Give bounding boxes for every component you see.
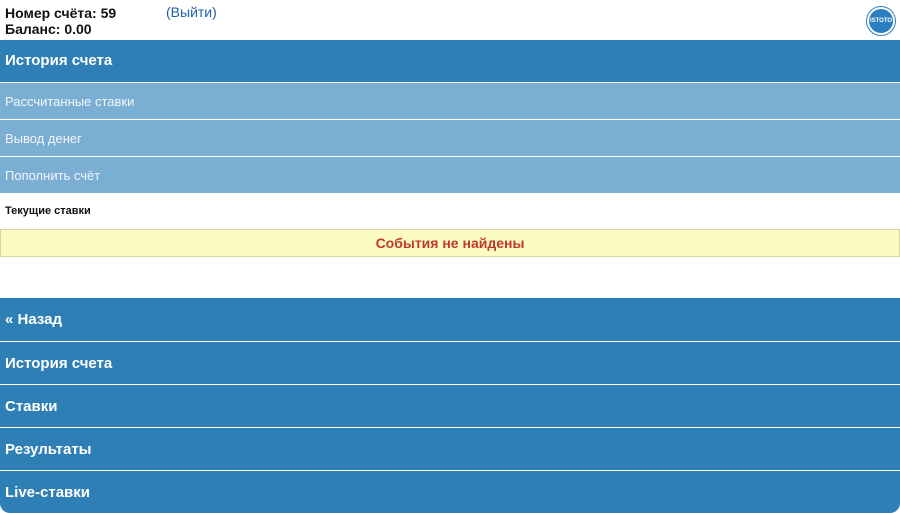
nav-back[interactable]: « Назад bbox=[0, 298, 900, 341]
site-logo-icon[interactable]: ISTOTO bbox=[867, 7, 895, 35]
spacer bbox=[0, 257, 900, 298]
history-item-withdraw[interactable]: Вывод денег bbox=[0, 119, 900, 156]
logo-text: ISTOTO bbox=[869, 18, 893, 24]
history-item-deposit[interactable]: Пополнить счёт bbox=[0, 156, 900, 193]
nav-live-bets[interactable]: Live-ставки bbox=[0, 470, 900, 513]
account-header: Номер счёта: 59 Баланс: 0.00 (Выйти) IST… bbox=[0, 0, 900, 40]
current-bets-title: Текущие ставки bbox=[0, 193, 900, 229]
logout-link[interactable]: (Выйти) bbox=[166, 5, 217, 20]
history-item-settled-bets[interactable]: Рассчитанные ставки bbox=[0, 82, 900, 119]
nav-results[interactable]: Результаты bbox=[0, 427, 900, 470]
history-section-title: История счета bbox=[0, 40, 900, 82]
account-balance: Баланс: 0.00 bbox=[5, 21, 92, 37]
nav-account-history[interactable]: История счета bbox=[0, 341, 900, 384]
account-number: Номер счёта: 59 bbox=[5, 5, 117, 21]
app-frame: Номер счёта: 59 Баланс: 0.00 (Выйти) IST… bbox=[0, 0, 900, 513]
nav-bets[interactable]: Ставки bbox=[0, 384, 900, 427]
no-events-notice: События не найдены bbox=[0, 229, 900, 257]
bottom-nav: « Назад История счета Ставки Результаты … bbox=[0, 298, 900, 513]
